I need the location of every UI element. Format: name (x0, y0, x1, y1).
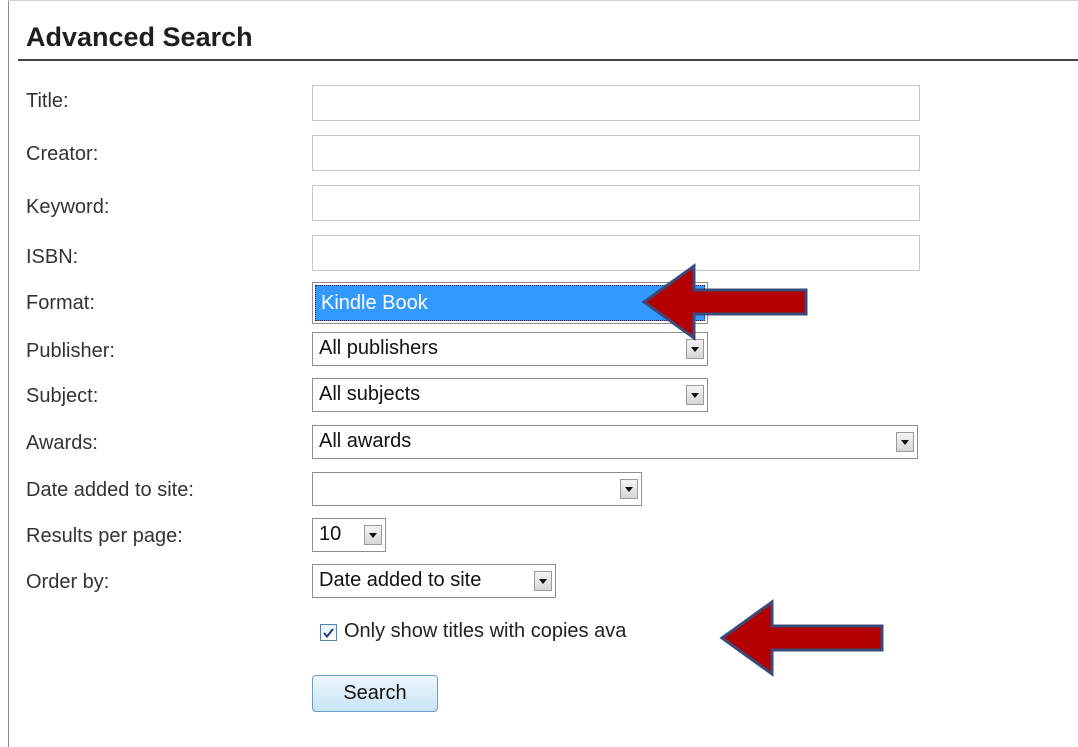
chevron-down-icon[interactable] (896, 432, 914, 452)
chevron-down-icon[interactable] (534, 571, 552, 591)
results-per-page-select-value: 10 (319, 523, 342, 545)
title-input[interactable] (312, 85, 920, 121)
subject-label: Subject: (26, 385, 99, 407)
creator-label: Creator: (26, 143, 99, 165)
chevron-down-icon[interactable] (364, 525, 382, 545)
isbn-label: ISBN: (26, 246, 79, 268)
checkmark-icon (323, 627, 334, 638)
results-per-page-select[interactable]: 10 (312, 518, 386, 552)
format-option-label: Kindle Book (321, 292, 428, 314)
page-frame-top-border (8, 0, 1078, 1)
creator-input[interactable] (312, 135, 920, 171)
available-copies-label: Only show titles with copies ava (344, 620, 627, 642)
chevron-down-icon[interactable] (620, 479, 638, 499)
publisher-select-value: All publishers (319, 337, 438, 359)
arrow-left-icon (719, 599, 884, 677)
subject-select[interactable]: All subjects (312, 378, 708, 412)
isbn-input[interactable] (312, 235, 920, 271)
chevron-down-icon[interactable] (686, 339, 704, 359)
order-by-select-value: Date added to site (319, 569, 482, 591)
order-by-select[interactable]: Date added to site (312, 564, 556, 598)
chevron-down-icon[interactable] (686, 385, 704, 405)
page-title: Advanced Search (26, 22, 253, 52)
page-frame-left-border (8, 0, 9, 747)
publisher-label: Publisher: (26, 340, 115, 362)
format-label: Format: (26, 292, 95, 314)
results-per-page-label: Results per page: (26, 525, 183, 547)
awards-select[interactable]: All awards (312, 425, 918, 459)
subject-select-value: All subjects (319, 383, 421, 405)
heading-divider (18, 59, 1078, 61)
available-copies-checkbox[interactable] (320, 624, 337, 641)
keyword-input[interactable] (312, 185, 920, 221)
awards-select-value: All awards (319, 430, 412, 452)
awards-label: Awards: (26, 432, 98, 454)
date-added-select[interactable] (312, 472, 642, 506)
arrow-left-icon (641, 263, 808, 341)
keyword-label: Keyword: (26, 196, 110, 218)
order-by-label: Order by: (26, 571, 110, 593)
date-added-label: Date added to site: (26, 479, 194, 501)
title-label: Title: (26, 90, 69, 112)
search-button[interactable]: Search (312, 675, 438, 712)
